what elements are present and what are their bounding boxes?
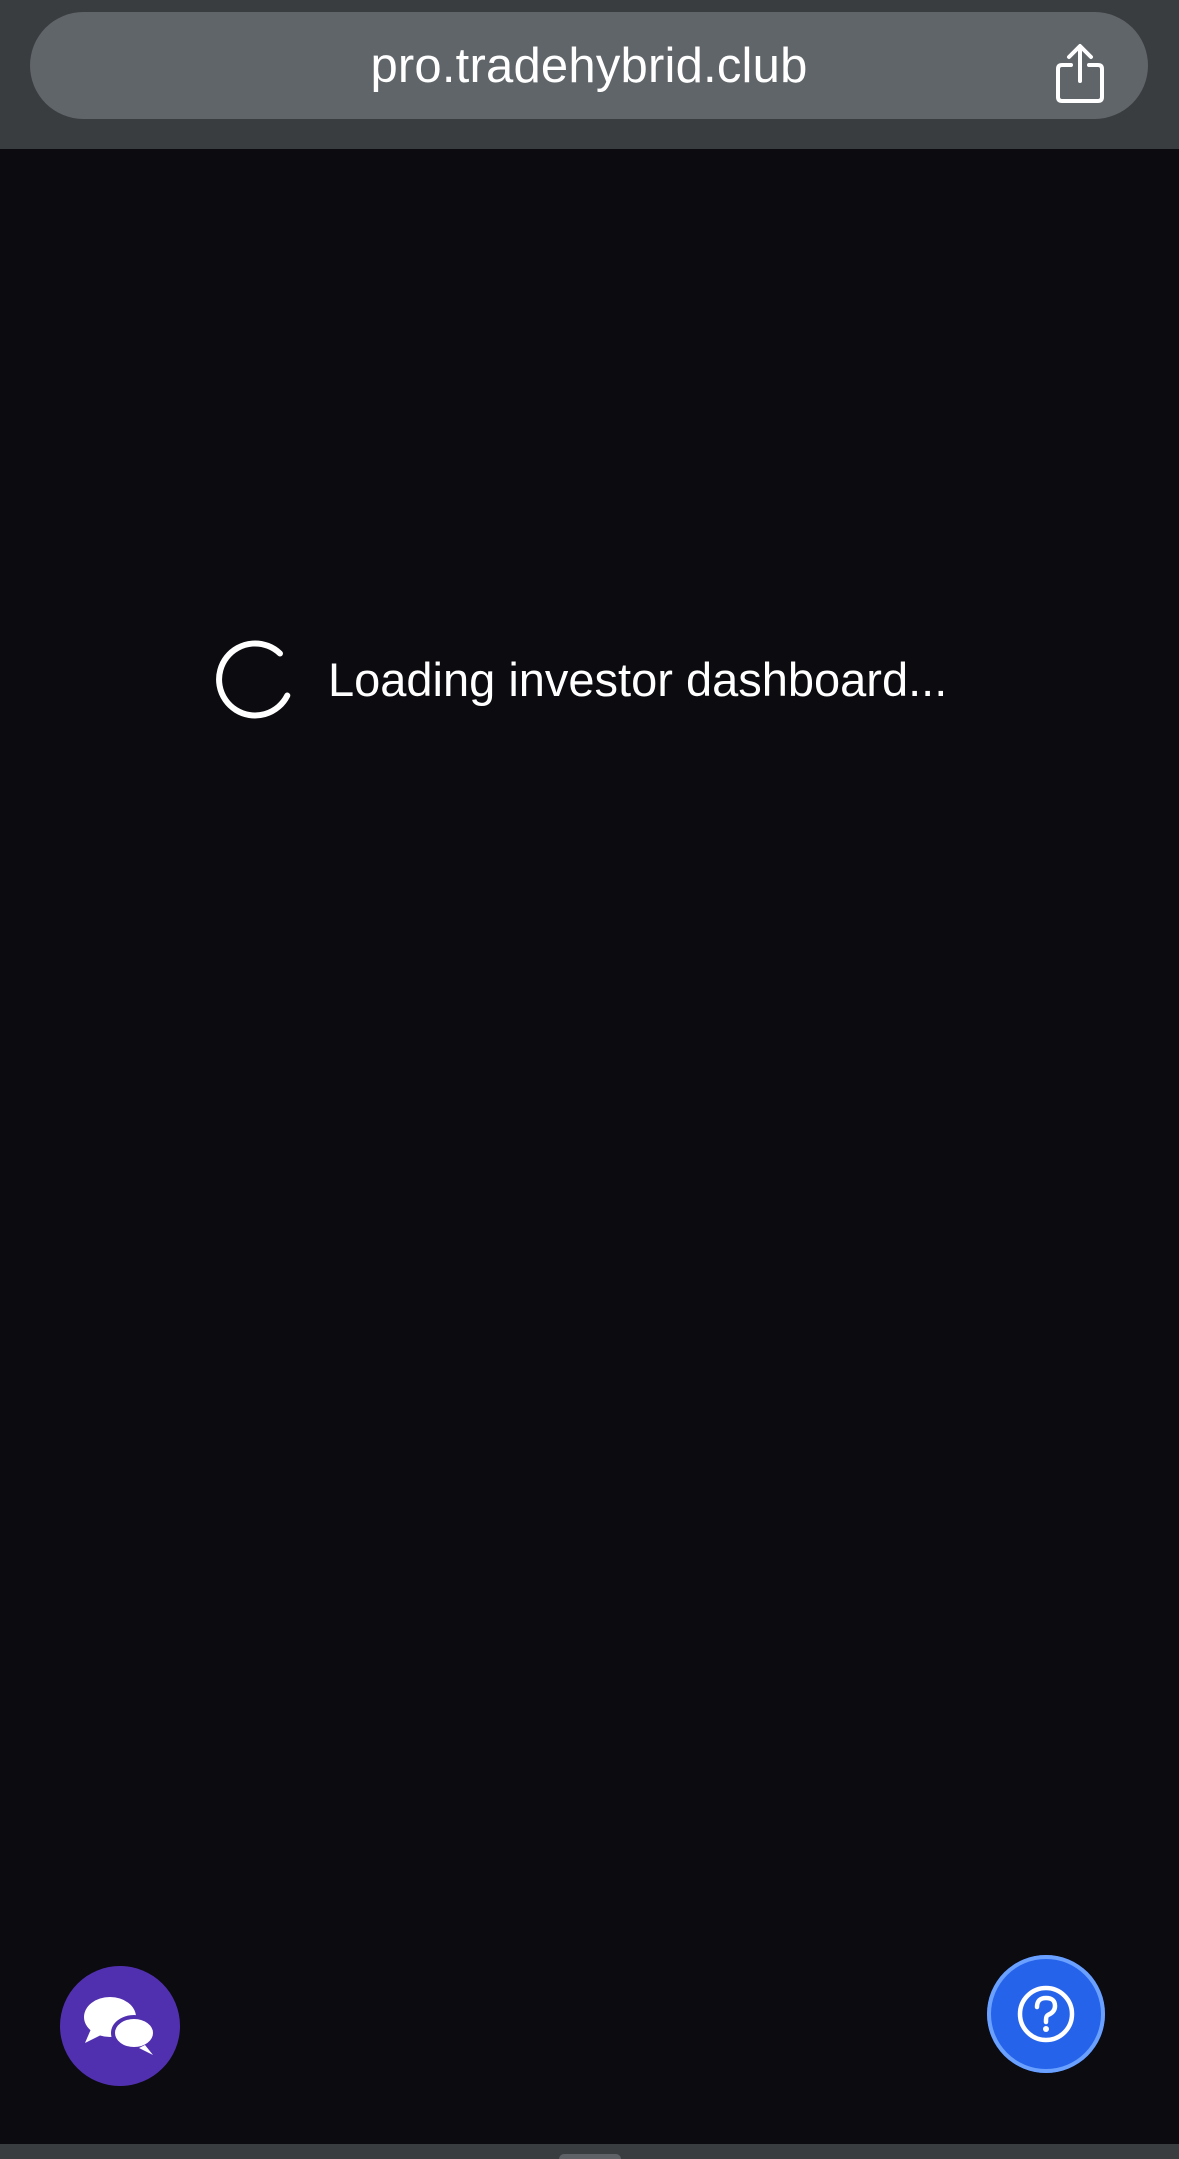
- address-bar[interactable]: pro.tradehybrid.club: [30, 12, 1148, 119]
- loading-spinner-icon: [216, 640, 291, 719]
- share-icon: [1056, 44, 1104, 103]
- question-circle-icon: [1017, 1985, 1075, 2043]
- browser-toolbar: pro.tradehybrid.club: [0, 0, 1179, 149]
- home-indicator[interactable]: [559, 2154, 621, 2159]
- loading-message: Loading investor dashboard...: [328, 652, 948, 706]
- chat-button[interactable]: [60, 1966, 180, 2086]
- url-text: pro.tradehybrid.club: [370, 38, 808, 93]
- share-button[interactable]: [1050, 38, 1110, 110]
- page: pro.tradehybrid.club Loading investor da…: [0, 0, 1179, 2159]
- chat-bubbles-icon: [84, 1997, 157, 2055]
- loading-indicator: Loading investor dashboard...: [214, 637, 947, 721]
- help-button[interactable]: [987, 1955, 1105, 2073]
